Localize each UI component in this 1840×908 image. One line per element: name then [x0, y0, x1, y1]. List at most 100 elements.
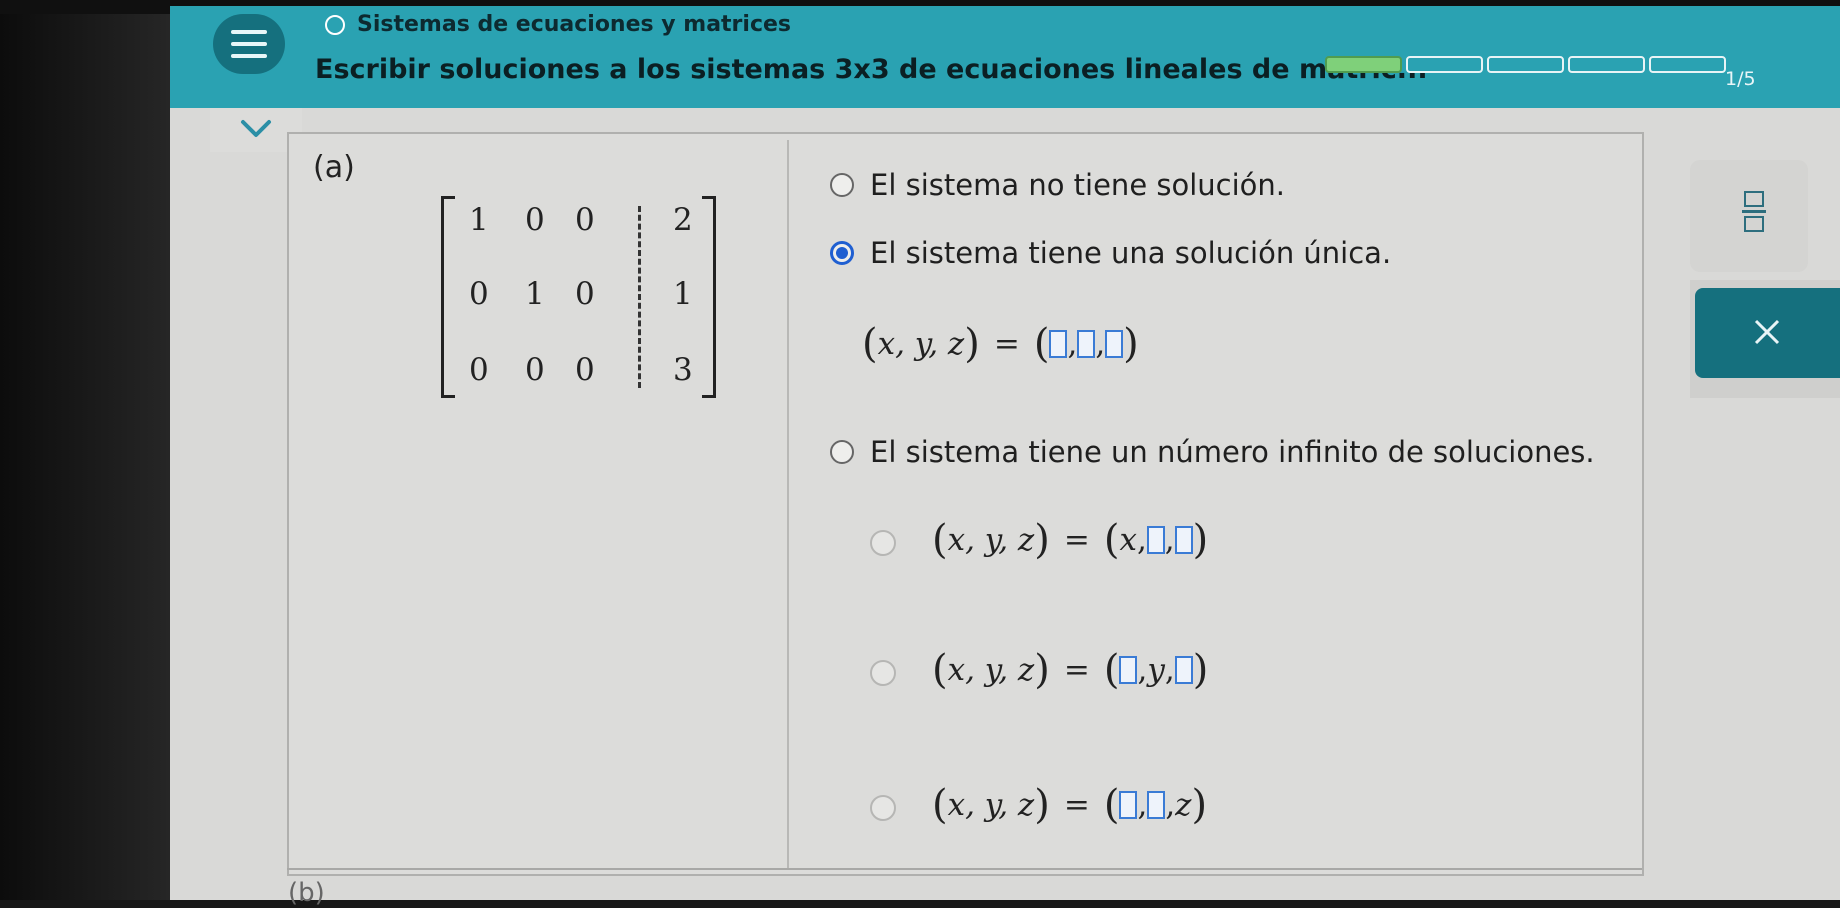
comma: , [1136, 522, 1147, 558]
augment-divider [638, 206, 641, 388]
answer-input[interactable] [1119, 791, 1138, 819]
progress-segment [1406, 56, 1483, 73]
triple-label: x, y, z [947, 652, 1035, 688]
paren-open: ( [1103, 647, 1120, 693]
matrix-cell: 0 [525, 352, 545, 388]
comma: , [1095, 326, 1106, 362]
radio-button[interactable] [870, 530, 896, 556]
fraction-icon [1742, 191, 1766, 232]
breadcrumb-text: Sistemas de ecuaciones y matrices [357, 12, 792, 37]
option-no-solution[interactable]: El sistema no tiene solución. [830, 168, 1285, 202]
menu-button[interactable] [213, 14, 285, 74]
paren-open: ( [932, 647, 948, 693]
matrix-cell: 0 [469, 276, 489, 312]
progress-segment [1649, 56, 1726, 73]
answer-input[interactable] [1119, 656, 1138, 684]
infinite-form-z-option[interactable] [870, 795, 896, 821]
infinite-form-y-expression: ( x, y, z ) = ( , y , ) [932, 650, 1208, 690]
paren-open: ( [932, 782, 948, 828]
progress-count: 1/5 [1725, 68, 1756, 90]
next-part-label: (b) [288, 878, 325, 908]
answer-input[interactable] [1146, 526, 1165, 554]
answer-input-z[interactable] [1105, 330, 1124, 358]
breadcrumb: Sistemas de ecuaciones y matrices [325, 12, 791, 37]
hamburger-icon [231, 42, 267, 46]
comma: , [1067, 326, 1078, 362]
hamburger-icon [231, 54, 267, 58]
radio-button[interactable] [870, 660, 896, 686]
option-infinite-solutions[interactable]: El sistema tiene un número infinito de s… [830, 435, 1595, 469]
matrix-cell: 3 [673, 352, 693, 388]
matrix-cell: 1 [469, 202, 489, 238]
triple-label: x, y, z [947, 522, 1035, 558]
comma: , [1165, 787, 1176, 823]
unique-solution-expression: ( x, y, z ) = ( , , ) [862, 324, 1139, 364]
infinite-form-x-expression: ( x, y, z ) = ( x , , ) [932, 520, 1208, 560]
answer-input[interactable] [1147, 791, 1166, 819]
infinite-form-x-option[interactable] [870, 530, 896, 556]
screen-bezel [0, 0, 170, 900]
paren-close: ) [1191, 782, 1208, 828]
comma: , [1164, 652, 1175, 688]
matrix-cell: 0 [525, 202, 545, 238]
chevron-down-icon [241, 120, 271, 137]
radio-button[interactable] [830, 173, 854, 197]
paren-open: ( [862, 321, 878, 367]
paren-open: ( [1103, 517, 1120, 563]
progress-segment [1487, 56, 1564, 73]
infinite-form-y-option[interactable] [870, 660, 896, 686]
matrix-cell: 1 [525, 276, 545, 312]
equals-sign: = [1063, 652, 1090, 688]
paren-open: ( [1033, 321, 1050, 367]
paren-close: ) [1034, 782, 1050, 828]
matrix-cell: 0 [469, 352, 489, 388]
paren-open: ( [932, 517, 948, 563]
paren-close: ) [964, 321, 980, 367]
option-unique-solution[interactable]: El sistema tiene una solución única. [830, 236, 1391, 270]
option-label: El sistema no tiene solución. [870, 168, 1286, 202]
paren-close: ) [1192, 647, 1209, 693]
matrix-bracket-right [702, 196, 716, 398]
paren-close: ) [1123, 321, 1139, 367]
matrix-cell: 0 [575, 202, 595, 238]
radio-button[interactable] [830, 440, 854, 464]
hamburger-icon [231, 30, 267, 34]
augmented-matrix: 1 0 0 2 0 1 0 1 0 0 0 3 [441, 196, 716, 400]
matrix-bracket-left [441, 196, 455, 398]
progress-segment [1568, 56, 1645, 73]
free-variable: x [1119, 522, 1137, 558]
option-label: El sistema tiene una solución única. [870, 236, 1392, 270]
equals-sign: = [1063, 787, 1090, 823]
option-label: El sistema tiene un número infinito de s… [870, 435, 1595, 469]
free-variable: z [1175, 787, 1192, 823]
equals-sign: = [993, 326, 1020, 362]
comma: , [1137, 652, 1148, 688]
matrix-cell: 0 [575, 352, 595, 388]
paren-close: ) [1034, 517, 1050, 563]
radio-button-selected[interactable] [830, 241, 854, 265]
answer-input[interactable] [1174, 526, 1193, 554]
answer-input[interactable] [1174, 656, 1193, 684]
progress-bar [1325, 56, 1726, 73]
paren-close: ) [1034, 647, 1050, 693]
triple-label: x, y, z [947, 787, 1035, 823]
paren-open: ( [1103, 782, 1120, 828]
comma: , [1164, 522, 1175, 558]
question-box-bottom [287, 868, 1642, 870]
infinite-form-z-expression: ( x, y, z ) = ( , , z ) [932, 785, 1207, 825]
comma: , [1137, 787, 1148, 823]
answer-input-y[interactable] [1077, 330, 1096, 358]
paren-close: ) [1192, 517, 1209, 563]
matrix-cell: 0 [575, 276, 595, 312]
matrix-cell: 2 [673, 202, 693, 238]
clear-button[interactable] [1695, 288, 1840, 378]
triple-label: x, y, z [877, 326, 965, 362]
radio-button[interactable] [870, 795, 896, 821]
free-variable: y [1147, 652, 1165, 688]
close-x-icon [1754, 319, 1780, 345]
answer-input-x[interactable] [1049, 330, 1068, 358]
part-label: (a) [313, 150, 355, 185]
column-divider [787, 140, 789, 870]
circle-icon [325, 14, 345, 35]
equals-sign: = [1063, 522, 1090, 558]
